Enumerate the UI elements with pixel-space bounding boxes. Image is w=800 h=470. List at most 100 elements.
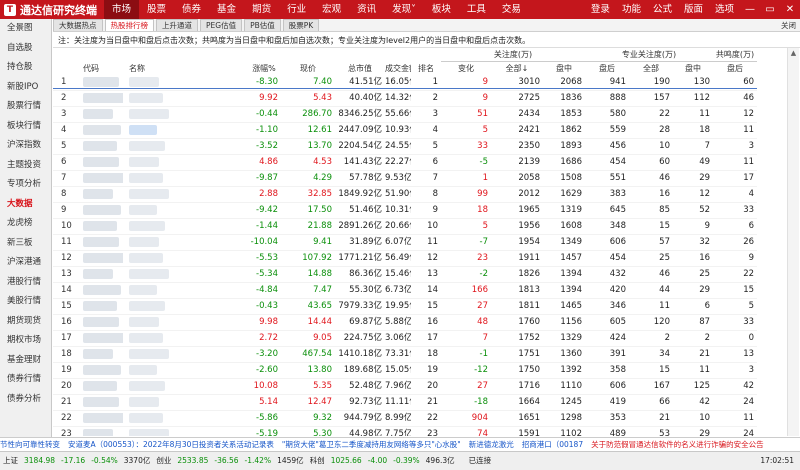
stock-code[interactable]	[77, 138, 123, 155]
stock-name[interactable]	[123, 282, 203, 299]
table-row[interactable]: 64.864.53141.43亿22.27亿6-5213916864546049…	[53, 154, 758, 171]
col-code[interactable]: 代码	[77, 61, 123, 75]
stock-code[interactable]	[77, 122, 123, 139]
stock-code[interactable]	[77, 426, 123, 436]
stock-name[interactable]	[123, 266, 203, 283]
table-row[interactable]: 9-9.4217.5051.46亿10.31亿91819651319645855…	[53, 202, 758, 219]
stock-code[interactable]	[77, 346, 123, 363]
scroll-up-icon[interactable]: ▲	[788, 48, 799, 59]
menu-item[interactable]: 资讯	[349, 0, 384, 19]
stock-name[interactable]	[123, 410, 203, 427]
col-rank-change[interactable]: 变化	[441, 61, 491, 75]
table-row[interactable]: 13-5.3414.8886.36亿15.46亿13-2182613944324…	[53, 266, 758, 283]
table-row[interactable]: 215.1412.4792.73亿11.11亿21-18166412454196…	[53, 394, 758, 411]
tab[interactable]: 热股排行榜	[104, 19, 154, 31]
table-row[interactable]: 20 10.08 5.35 52.48亿 7.96亿 20 27 1716 1110 606 167…	[53, 378, 758, 395]
col-turnover[interactable]: 成交金额	[385, 61, 411, 75]
ticker-item[interactable]: 关于防范假冒通达信软件的名义进行诈骗的安全公告	[591, 438, 764, 451]
table-row[interactable]: 10-1.4421.882891.26亿20.66亿10519561608348…	[53, 218, 758, 235]
col-pro-intraday[interactable]: 盘中	[673, 61, 714, 75]
table-row[interactable]: 18-3.20467.541410.18亿73.31亿18-1175113603…	[53, 346, 758, 363]
stock-code[interactable]	[77, 298, 123, 315]
col-name[interactable]: 名称	[123, 61, 203, 75]
sidebar-item[interactable]: 股票行情	[0, 97, 51, 117]
menu-item[interactable]: 工具	[459, 0, 494, 19]
stock-name[interactable]	[123, 250, 203, 267]
stock-code[interactable]	[77, 266, 123, 283]
table-row[interactable]: 172.729.05224.75亿3.06亿177175213294242206…	[53, 330, 758, 347]
right-menu-item[interactable]: 选项	[709, 0, 740, 19]
col-attention-total[interactable]: 全部↓	[491, 61, 543, 75]
sidebar-item[interactable]: 龙虎榜	[0, 214, 51, 234]
col-pro-total[interactable]: 全部	[629, 61, 673, 75]
sidebar-item[interactable]: 期货现货	[0, 312, 51, 332]
table-row[interactable]: 11 -10.04 9.41 31.89亿 6.07亿 11 -7 1954 1349 606 57…	[53, 234, 758, 251]
col-price[interactable]: 现价	[281, 61, 335, 75]
vertical-scrollbar[interactable]: ▲	[787, 48, 799, 436]
sidebar-item[interactable]: 主题投资	[0, 156, 51, 176]
right-menu-item[interactable]: 公式	[647, 0, 678, 19]
table-row[interactable]: 4-1.1012.612447.09亿10.93亿452421186255928…	[53, 122, 758, 139]
ticker-item[interactable]: 新进德龙激光	[469, 438, 514, 451]
close-panel-button[interactable]: 关闭	[781, 19, 796, 32]
menu-item[interactable]: 行业	[279, 0, 314, 19]
table-row[interactable]: 29.925.4340.40亿14.32亿2927251836888157112…	[53, 90, 758, 107]
sidebar-item[interactable]: 沪深指数	[0, 136, 51, 156]
sidebar-item[interactable]: 港股行情	[0, 273, 51, 293]
stock-name[interactable]	[123, 346, 203, 363]
table-row[interactable]: 19-2.6013.80189.68亿15.05亿19-121750139235…	[53, 362, 758, 379]
menu-item[interactable]: 交易	[494, 0, 529, 19]
stock-code[interactable]	[77, 282, 123, 299]
table-row[interactable]: 16 9.98 14.44 69.87亿 5.88亿 16 48 1760 1156 605 120…	[53, 314, 758, 331]
close-icon[interactable]: ✕	[780, 0, 800, 19]
stock-name[interactable]	[123, 394, 203, 411]
index-label[interactable]: 创业	[156, 452, 171, 470]
stock-code[interactable]	[77, 186, 123, 203]
right-menu-item[interactable]: 功能	[616, 0, 647, 19]
stock-name[interactable]	[123, 122, 203, 139]
sidebar-item[interactable]: 新股IPO	[0, 78, 51, 98]
stock-code[interactable]	[77, 154, 123, 171]
ticker-item[interactable]: 安道麦A（000553）：2022年8月30日投资者关系活动记录表	[68, 438, 274, 451]
stock-code[interactable]	[77, 314, 123, 331]
ticker-item[interactable]: "期货大佬"葛卫东二季度减持用友网络等多只"心水股"	[282, 438, 461, 451]
minimize-icon[interactable]: —	[740, 0, 760, 19]
stock-name[interactable]	[123, 170, 203, 187]
menu-item[interactable]: 基金	[209, 0, 244, 19]
col-attention-intraday[interactable]: 盘中	[543, 61, 585, 75]
stock-name[interactable]	[123, 154, 203, 171]
tab[interactable]: 大数据热点	[53, 19, 103, 31]
sidebar-item[interactable]: 持仓股	[0, 58, 51, 78]
table-row[interactable]: 23 -5.19 5.30 44.98亿 7.75亿 23 74 1591 1102 489 53 2…	[53, 426, 758, 436]
stock-name[interactable]	[123, 218, 203, 235]
sidebar-item[interactable]: 板块行情	[0, 117, 51, 137]
col-attention-after[interactable]: 盘后	[585, 61, 629, 75]
table-row[interactable]: 82.8832.851849.92亿51.90亿8992012162938316…	[53, 186, 758, 203]
stock-code[interactable]	[77, 378, 123, 395]
col-market-cap[interactable]: 总市值	[335, 61, 385, 75]
table-row[interactable]: 3-0.44286.708346.25亿55.66亿35124341853580…	[53, 106, 758, 123]
menu-item[interactable]: 市场	[104, 0, 140, 19]
maximize-icon[interactable]: ▭	[760, 0, 780, 19]
stock-name[interactable]	[123, 378, 203, 395]
stock-name[interactable]	[123, 186, 203, 203]
sidebar-item[interactable]: 债券行情	[0, 370, 51, 390]
menu-item[interactable]: 板块	[424, 0, 459, 19]
table-row[interactable]: 14 -4.84 7.47 55.30亿 6.73亿 14 166 1813 1394 420 44…	[53, 282, 758, 299]
right-menu-item[interactable]: 版面	[678, 0, 709, 19]
stock-name[interactable]	[123, 202, 203, 219]
table-row[interactable]: 12-5.53107.921771.21亿56.49亿1223191114574…	[53, 250, 758, 267]
stock-code[interactable]	[77, 410, 123, 427]
sidebar-item[interactable]: 专项分析	[0, 175, 51, 195]
stock-code[interactable]	[77, 250, 123, 267]
table-row[interactable]: 7 -9.87 4.29 57.78亿 9.53亿 7 1 2058 1508 551 46 29 17…	[53, 170, 758, 187]
tab[interactable]: 股票PK	[282, 19, 320, 31]
stock-name[interactable]	[123, 362, 203, 379]
sidebar-item[interactable]: 期权市场	[0, 331, 51, 351]
stock-code[interactable]	[77, 362, 123, 379]
menu-item[interactable]: 发现˅	[384, 0, 424, 19]
stock-code[interactable]	[77, 90, 123, 107]
stock-code[interactable]	[77, 202, 123, 219]
sidebar-item[interactable]: 基金理财	[0, 351, 51, 371]
table-row[interactable]: 5-3.5213.702204.54亿24.55亿533235018934561…	[53, 138, 758, 155]
